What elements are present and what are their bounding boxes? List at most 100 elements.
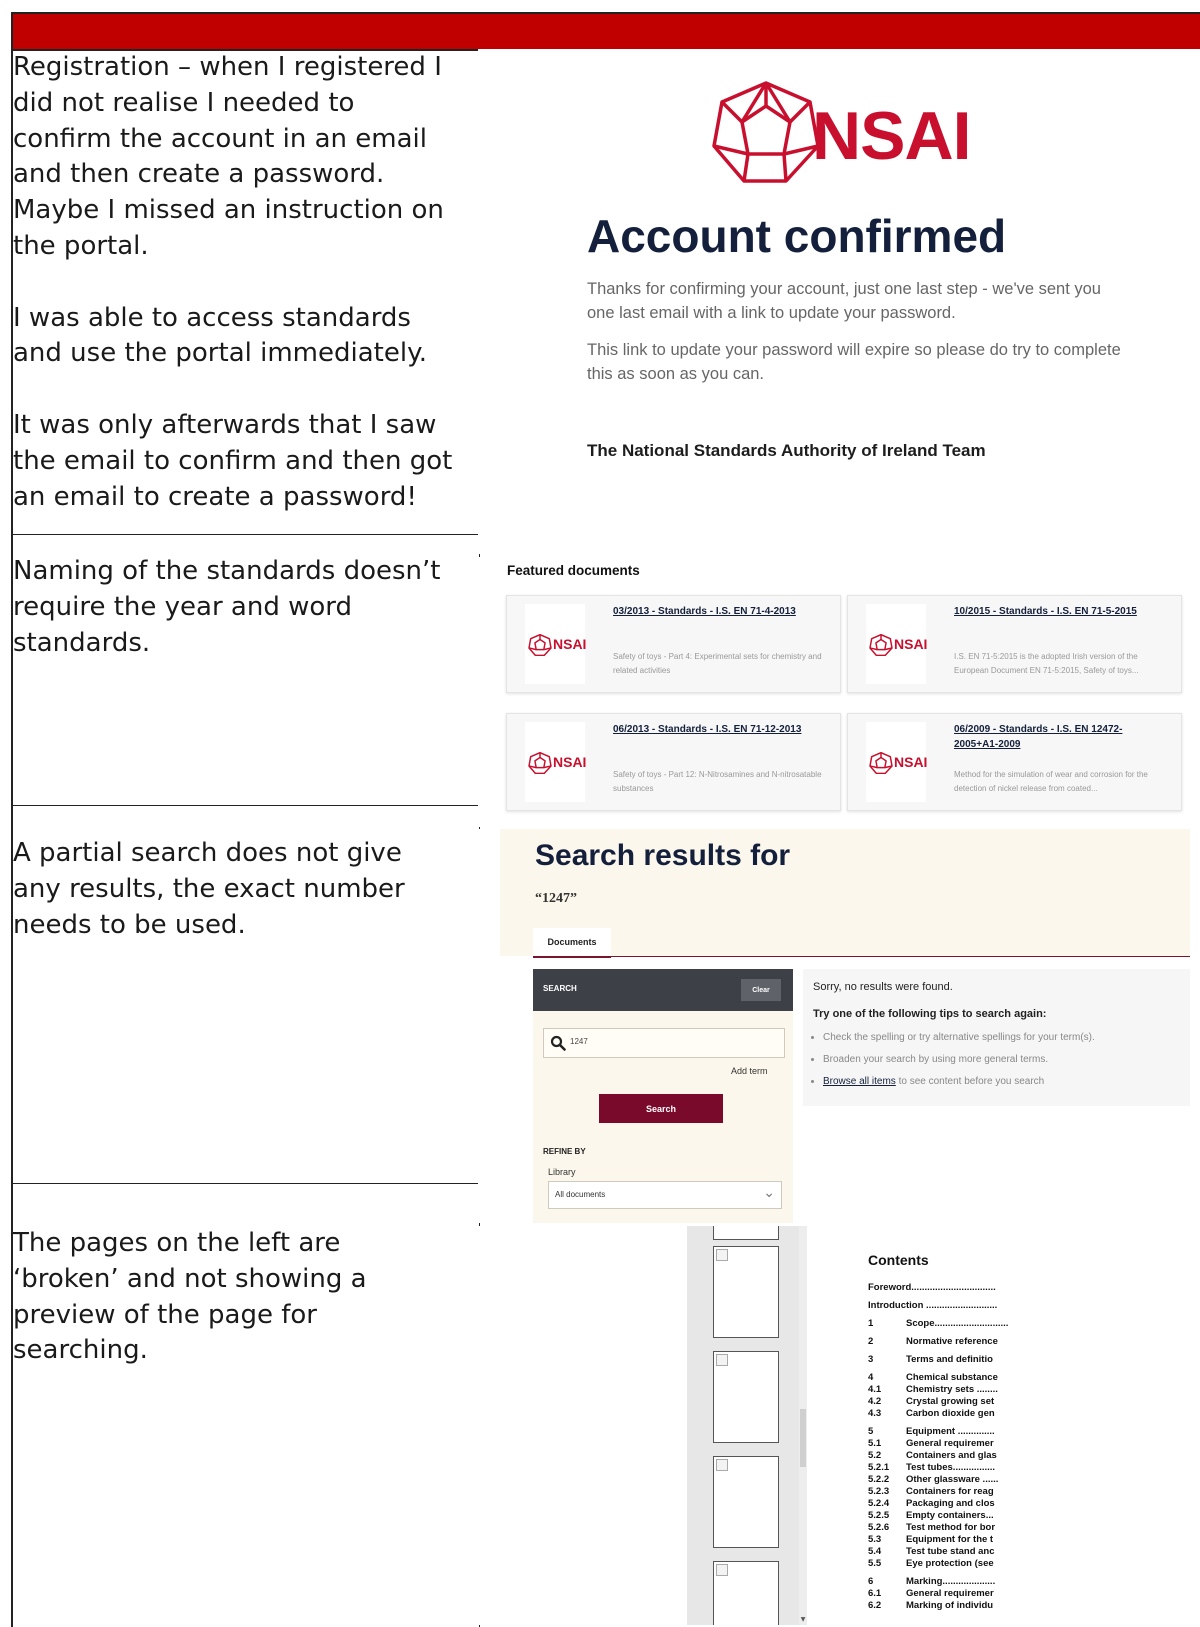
page-thumbnail[interactable] (713, 1246, 779, 1338)
nsai-logo-icon (869, 634, 893, 656)
library-select-value: All documents (555, 1190, 606, 1199)
document-link[interactable]: 10/2015 - Standards - I.S. EN 71-5-2015 (954, 604, 1166, 619)
row-1-comment: Registration – when I registered I did n… (13, 50, 453, 515)
toc-entry[interactable]: 4.1 Chemistry sets ........ (868, 1384, 1008, 1396)
broken-image-icon (716, 1354, 728, 1366)
confirm-title: Account confirmed (587, 210, 1007, 262)
thumbnail-scrollbar[interactable]: ▼ (799, 1226, 807, 1625)
toc-entry[interactable]: 5 Equipment .............. (868, 1426, 1008, 1438)
comment-paragraph: Registration – when I registered I did n… (13, 52, 444, 261)
toc-entry[interactable]: 6 Marking.................... (868, 1576, 1008, 1588)
document-card[interactable]: NSAI 06/2009 - Standards - I.S. EN 12472… (847, 713, 1182, 811)
tips-title: Try one of the following tips to search … (813, 1008, 1047, 1020)
document-link[interactable]: 06/2013 - Standards - I.S. EN 71-12-2013 (613, 722, 825, 737)
clear-button[interactable]: Clear (741, 979, 781, 1001)
nsai-logo-icon (869, 752, 893, 774)
document-viewer-screenshot: ▼ Contents Foreword.....................… (478, 1226, 1200, 1625)
toc-entry[interactable]: 2 Normative reference (868, 1336, 1008, 1348)
chevron-down-icon: ⌄ (763, 1185, 775, 1201)
tip-item: Check the spelling or try alternative sp… (823, 1027, 1183, 1049)
document-thumbnail: NSAI (866, 722, 928, 802)
add-term-link[interactable]: Add term (731, 1066, 768, 1076)
search-input-value: 1247 (570, 1037, 588, 1046)
search-query: “1247” (535, 891, 577, 906)
toc-entry[interactable]: 3 Terms and definitio (868, 1354, 1008, 1366)
toc-entry[interactable]: 5.1 General requiremer (868, 1438, 1008, 1450)
toc-entry[interactable]: 6.1 General requiremer (868, 1588, 1008, 1600)
page-thumbnail[interactable] (713, 1456, 779, 1548)
toc-entry[interactable]: Foreword................................ (868, 1282, 1008, 1294)
toc-entry[interactable]: 6.2 Marking of individu (868, 1600, 1008, 1612)
document-card[interactable]: NSAI 03/2013 - Standards - I.S. EN 71-4-… (506, 595, 841, 693)
nsai-logo-icon (712, 81, 820, 183)
search-button[interactable]: Search (599, 1094, 723, 1123)
tip-item: Browse all items to see content before y… (823, 1071, 1183, 1093)
broken-image-icon (716, 1459, 728, 1471)
document-description: I.S. EN 71-5:2015 is the adopted Irish v… (954, 652, 1139, 675)
document-card[interactable]: NSAI 06/2013 - Standards - I.S. EN 71-12… (506, 713, 841, 811)
nsai-logo-text: NSAI (894, 754, 928, 770)
toc-entry[interactable]: 5.5 Eye protection (see (868, 1558, 1008, 1570)
toc-entry[interactable]: 4.3 Carbon dioxide gen (868, 1408, 1008, 1420)
featured-documents-screenshot: Featured documents NSAI 03/2013 - Standa… (478, 557, 1200, 827)
nsai-logo-icon (528, 752, 552, 774)
toc-entry[interactable]: 5.2.5 Empty containers... (868, 1510, 1008, 1522)
toc-entry[interactable]: 5.2.1 Test tubes................ (868, 1462, 1008, 1474)
document-description: Method for the simulation of wear and co… (954, 770, 1148, 793)
toc-entry[interactable]: 5.2 Containers and glas (868, 1450, 1008, 1462)
refine-by-label: REFINE BY (543, 1147, 586, 1156)
toc-entry[interactable]: 5.4 Test tube stand anc (868, 1546, 1008, 1558)
document-link[interactable]: 06/2009 - Standards - I.S. EN 12472-2005… (954, 722, 1166, 752)
nsai-logo-text: NSAI (894, 636, 928, 652)
library-select[interactable]: All documents ⌄ (548, 1181, 782, 1209)
toc-entry[interactable]: 4.2 Crystal growing set (868, 1396, 1008, 1408)
row-3-comment: A partial search does not give any resul… (13, 836, 453, 943)
toc-entry[interactable]: 1 Scope............................ (868, 1318, 1008, 1330)
document-link[interactable]: 03/2013 - Standards - I.S. EN 71-4-2013 (613, 604, 825, 619)
comment-paragraph: The pages on the left are ‘broken’ and n… (13, 1228, 367, 1366)
no-results-message: Sorry, no results were found. (813, 981, 953, 993)
toc-entry[interactable]: 4 Chemical substance (868, 1372, 1008, 1384)
toc-entry[interactable]: Introduction ........................... (868, 1300, 1008, 1312)
toc-entry[interactable]: 5.3 Equipment for the t (868, 1534, 1008, 1546)
confirm-paragraph: This link to update your password will e… (587, 341, 1121, 383)
document-card[interactable]: NSAI 10/2015 - Standards - I.S. EN 71-5-… (847, 595, 1182, 693)
comment-paragraph: I was able to access standards and use t… (13, 302, 428, 369)
tips-list: Check the spelling or try alternative sp… (809, 1027, 1183, 1093)
search-input[interactable]: 1247 (543, 1028, 785, 1058)
broken-image-icon (716, 1564, 728, 1576)
tip-text: to see content before you search (895, 1076, 1045, 1087)
library-label: Library (548, 1167, 576, 1177)
row-2-comment: Naming of the standards doesn’t require … (13, 554, 453, 661)
page-thumbnail[interactable] (713, 1351, 779, 1443)
toc-entry[interactable]: 5.2.6 Test method for bor (868, 1522, 1008, 1534)
nsai-logo-text: NSAI (553, 636, 587, 652)
document-description: Safety of toys - Part 12: N-Nitrosamines… (613, 770, 822, 793)
document-thumbnail: NSAI (525, 722, 587, 802)
tab-documents[interactable]: Documents (533, 928, 611, 958)
search-sidebar: SEARCH Clear 1247 Add term Search REFINE… (533, 969, 793, 1223)
page-thumbnail-sidebar (687, 1226, 807, 1625)
page-thumbnail[interactable] (713, 1226, 779, 1240)
nsai-logo-text: NSAI (812, 98, 971, 174)
nsai-logo-text: NSAI (553, 754, 587, 770)
results-panel: Sorry, no results were found. Try one of… (803, 969, 1190, 1106)
page-thumbnail[interactable] (713, 1561, 779, 1625)
account-confirmed-screenshot: NSAI Account confirmed Thanks for confir… (478, 49, 1200, 554)
nsai-logo-icon (528, 634, 552, 656)
toc-entry[interactable]: 5.2.2 Other glassware ...... (868, 1474, 1008, 1486)
scroll-down-arrow-icon[interactable]: ▼ (799, 1616, 807, 1623)
row-4-comment: The pages on the left are ‘broken’ and n… (13, 1226, 453, 1369)
toc-entry[interactable]: 5.2.3 Containers for reag (868, 1486, 1008, 1498)
featured-title: Featured documents (507, 563, 640, 578)
browse-all-items-link[interactable]: Browse all items (823, 1076, 896, 1087)
toc-entry[interactable]: 5.2.4 Packaging and clos (868, 1498, 1008, 1510)
broken-image-icon (716, 1249, 728, 1261)
tip-item: Broaden your search by using more genera… (823, 1049, 1183, 1071)
table-header-bar (13, 14, 1200, 51)
search-results-title: Search results for (535, 839, 791, 872)
search-sidebar-header: SEARCH Clear (533, 969, 793, 1011)
document-thumbnail: NSAI (866, 604, 928, 684)
confirm-paragraph: Thanks for confirming your account, just… (587, 280, 1101, 322)
scrollbar-thumb[interactable] (800, 1409, 806, 1467)
